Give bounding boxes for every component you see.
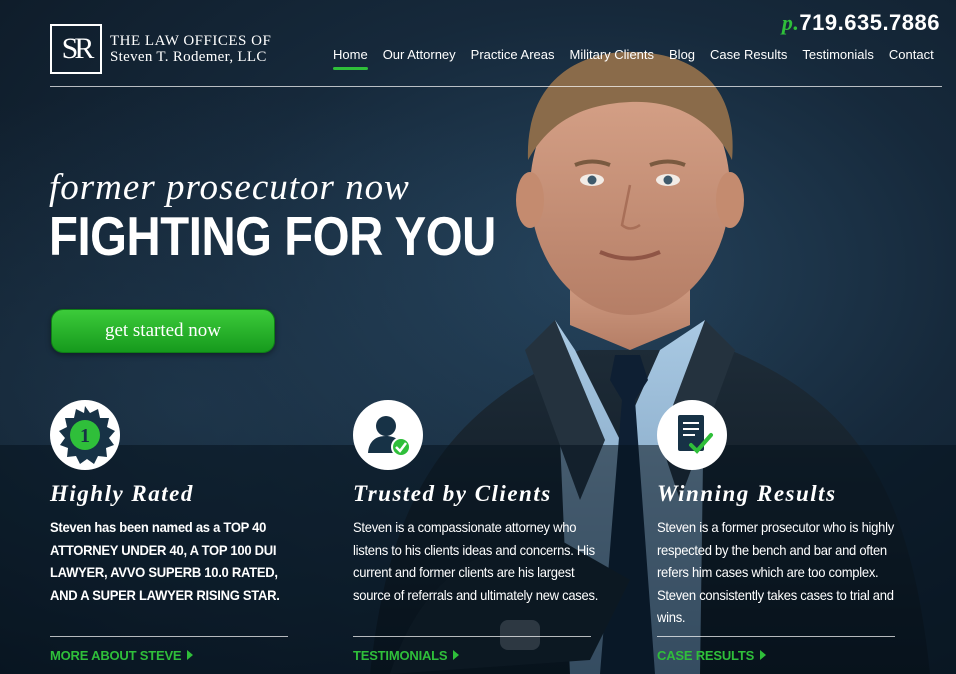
testimonials-link[interactable]: TESTIMONIALS: [353, 648, 460, 663]
hero-tagline: former prosecutor now: [49, 167, 410, 208]
feature-divider: [657, 636, 895, 637]
nav-testimonials[interactable]: Testimonials: [802, 47, 874, 70]
feature-title: Trusted by Clients: [353, 481, 552, 506]
header-divider: [50, 86, 942, 87]
feature-trusted-by-clients: Trusted by Clients Steven is a compassio…: [353, 400, 603, 663]
nav-our-attorney[interactable]: Our Attorney: [383, 47, 456, 70]
case-results-link[interactable]: CASE RESULTS: [657, 648, 767, 663]
feature-text: Steven has been named as a TOP 40 ATTORN…: [50, 519, 280, 603]
feature-title: Highly Rated: [50, 481, 194, 506]
more-about-steve-link[interactable]: MORE ABOUT STEVE: [50, 648, 194, 663]
feature-title: Winning Results: [657, 481, 837, 506]
feature-highly-rated: 1 Highly Rated Steven has been named as …: [50, 400, 300, 663]
badge-number: 1: [80, 425, 90, 447]
feature-divider: [353, 636, 591, 637]
hero-headline: FIGHTING FOR YOU: [49, 205, 496, 267]
arrow-right-icon: [453, 650, 460, 660]
get-started-button[interactable]: get started now: [51, 309, 275, 353]
arrow-right-icon: [760, 650, 767, 660]
logo-line-2: Steven T. Rodemer, LLC: [110, 49, 267, 65]
feature-text: Steven is a compassionate attorney who l…: [353, 519, 599, 603]
phone-number[interactable]: p.719.635.7886: [782, 10, 940, 36]
link-label: TESTIMONIALS: [353, 648, 448, 663]
logo-line-1: THE LAW OFFICES OF: [110, 33, 272, 49]
nav-practice-areas[interactable]: Practice Areas: [471, 47, 555, 70]
logo-mark: SR: [50, 24, 102, 74]
nav-military-clients[interactable]: Military Clients: [570, 47, 655, 70]
link-label: MORE ABOUT STEVE: [50, 648, 182, 663]
nav-home[interactable]: Home: [333, 47, 368, 70]
link-label: CASE RESULTS: [657, 648, 755, 663]
document-check-icon: [657, 400, 727, 470]
feature-winning-results: Winning Results Steven is a former prose…: [657, 400, 907, 663]
feature-text: Steven is a former prosecutor who is hig…: [657, 519, 894, 625]
main-nav: Home Our Attorney Practice Areas Militar…: [333, 47, 949, 70]
nav-contact[interactable]: Contact: [889, 47, 934, 70]
phone-prefix: p.: [781, 10, 800, 35]
feature-divider: [50, 636, 288, 637]
logo-text: THE LAW OFFICES OF Steven T. Rodemer, LL…: [110, 33, 271, 65]
award-badge-icon: 1: [50, 400, 120, 470]
nav-case-results[interactable]: Case Results: [710, 47, 787, 70]
trusted-client-icon: [353, 400, 423, 470]
nav-blog[interactable]: Blog: [669, 47, 695, 70]
arrow-right-icon: [187, 650, 194, 660]
logo[interactable]: SR THE LAW OFFICES OF Steven T. Rodemer,…: [50, 24, 271, 74]
phone-digits: 719.635.7886: [799, 10, 940, 35]
